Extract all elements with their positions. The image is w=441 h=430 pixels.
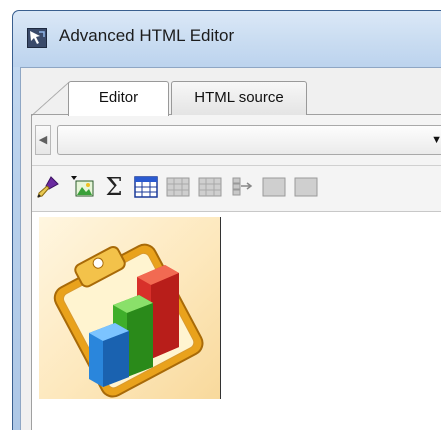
scroll-left-button[interactable]: ◀ bbox=[35, 125, 51, 155]
window-title: Advanced HTML Editor bbox=[59, 26, 235, 45]
tab-editor[interactable]: Editor bbox=[31, 81, 169, 116]
merge-cells-icon bbox=[262, 177, 286, 197]
title-bar[interactable]: Advanced HTML Editor bbox=[13, 11, 441, 67]
window-frame: Advanced HTML Editor Editor HTML source … bbox=[12, 10, 441, 430]
tab-bar: Editor HTML source bbox=[21, 68, 441, 116]
split-cell-icon bbox=[232, 177, 253, 196]
editor-content[interactable] bbox=[32, 211, 441, 430]
style-combo[interactable]: ▼ bbox=[57, 125, 441, 155]
app-icon bbox=[27, 28, 47, 48]
equation-button[interactable]: Σ bbox=[100, 173, 128, 201]
table-column-icon bbox=[198, 177, 222, 197]
insert-image-icon bbox=[71, 176, 94, 197]
table-column-button[interactable] bbox=[196, 173, 224, 201]
table-row-icon bbox=[166, 177, 190, 197]
brush-icon bbox=[37, 176, 59, 198]
toolbar: Σ bbox=[32, 169, 441, 207]
split-cell-button[interactable] bbox=[228, 173, 256, 201]
insert-image-button[interactable] bbox=[68, 173, 96, 201]
insert-table-icon bbox=[134, 176, 158, 198]
cell-properties-icon bbox=[294, 177, 318, 197]
bar-chart-clipboard-icon bbox=[53, 243, 204, 398]
toolbar-divider bbox=[32, 165, 441, 166]
sigma-icon: Σ bbox=[105, 173, 123, 201]
tab-editor-label: Editor bbox=[98, 89, 139, 106]
editor-pane: ◀ ▼ Σ bbox=[31, 115, 441, 430]
cell-properties-button[interactable] bbox=[292, 173, 320, 201]
insert-table-button[interactable] bbox=[132, 173, 160, 201]
table-row-button[interactable] bbox=[164, 173, 192, 201]
brush-button[interactable] bbox=[34, 173, 62, 201]
chevron-down-icon: ▼ bbox=[431, 134, 441, 146]
chevron-left-icon: ◀ bbox=[38, 134, 48, 146]
tab-html-source[interactable]: HTML source bbox=[171, 81, 307, 115]
embedded-image[interactable] bbox=[39, 217, 221, 399]
client-area: Editor HTML source ◀ ▼ Σ bbox=[20, 67, 441, 430]
merge-cells-button[interactable] bbox=[260, 173, 288, 201]
style-combo-row: ◀ ▼ bbox=[32, 115, 441, 163]
tab-html-source-label: HTML source bbox=[194, 89, 284, 106]
